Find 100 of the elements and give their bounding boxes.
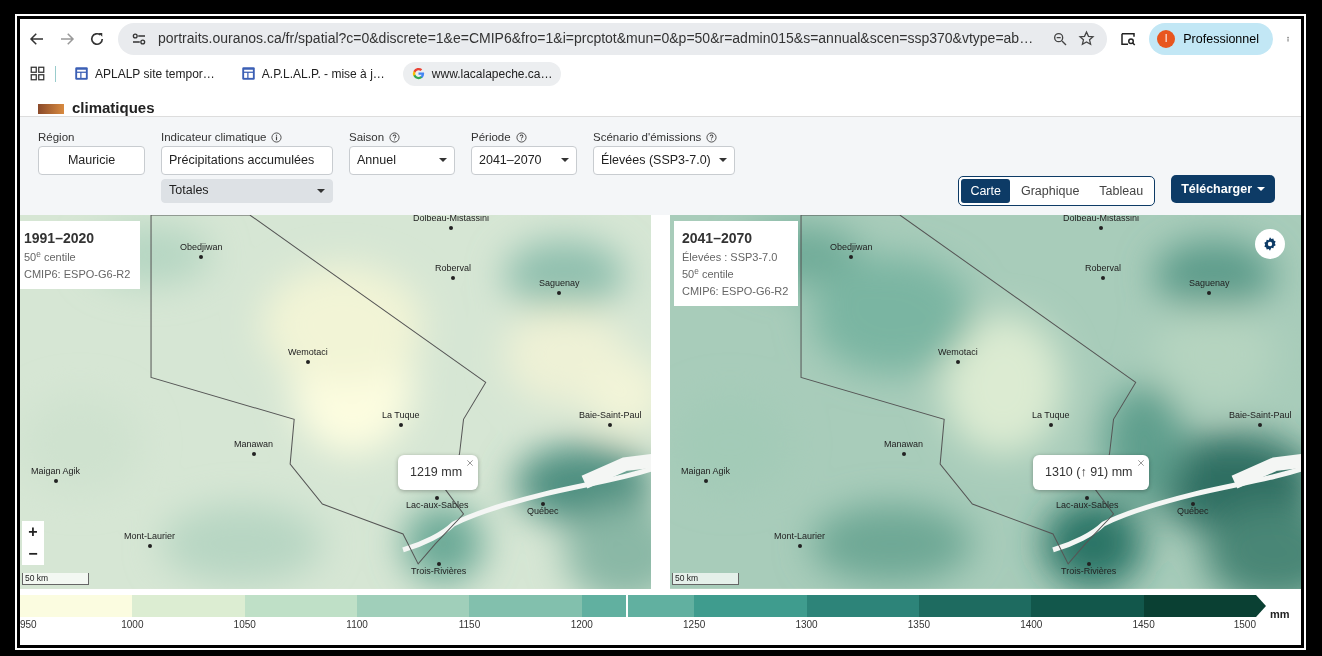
- legend-tick-label: 1350: [907, 618, 931, 633]
- map-drawing[interactable]: [670, 215, 1301, 590]
- scale-bar: 50 km: [22, 573, 90, 586]
- city-dot-icon: [901, 452, 906, 457]
- popup-value: 1219 mm: [410, 465, 463, 480]
- city-label: Obedjiwan: [830, 242, 873, 253]
- city-label: Mont-Laurier: [124, 531, 176, 542]
- city-label: Dolbeau-Mistassini: [413, 215, 490, 224]
- city-dot-icon: [199, 255, 204, 260]
- city-label: Lac-aux-Sables: [1056, 500, 1119, 511]
- city-dot-icon: [849, 255, 854, 260]
- city-dot-icon: [53, 479, 58, 484]
- indicator-field[interactable]: Précipitations accumulées: [161, 145, 333, 175]
- city-label: Wemotaci: [288, 347, 328, 358]
- map-period-title: 1991–2020: [24, 229, 96, 249]
- caret-icon: [719, 158, 727, 163]
- map-drawing[interactable]: [20, 215, 651, 590]
- field-label: Indicateur climatique: [161, 129, 267, 145]
- city-dot-icon: [1099, 226, 1103, 231]
- legend-arrow-icon: [1256, 595, 1266, 618]
- region-button[interactable]: Mauricie: [38, 145, 145, 175]
- city-label: La Tuque: [382, 410, 420, 421]
- close-icon[interactable]: [466, 459, 475, 468]
- dropdown-select[interactable]: Élevées (SSP3-7.0): [593, 145, 735, 175]
- city-dot-icon: [703, 479, 708, 484]
- legend-unit: mm: [1270, 607, 1290, 623]
- legend-tick-label: 1050: [233, 618, 256, 633]
- info-icon[interactable]: [271, 131, 283, 143]
- city-dot-icon: [1101, 276, 1105, 281]
- site-title: climatiques: [72, 99, 155, 116]
- bookmark-link[interactable]: A.P.L.AL.P. - mise à j…: [232, 61, 393, 86]
- legend-tick-label: 1100: [346, 618, 368, 633]
- city-dot-icon: [451, 276, 455, 281]
- caret-icon: [439, 158, 447, 163]
- city-label: Lac-aux-Sables: [406, 500, 469, 511]
- bookmark-link[interactable]: APLALP site tempor…: [66, 61, 223, 86]
- help-icon[interactable]: [706, 131, 718, 143]
- caret-icon: [1257, 187, 1265, 192]
- city-dot-icon: [540, 502, 545, 507]
- map-info-line: 50$^{e}$ centile: [24, 249, 77, 266]
- city-dot-icon: [608, 423, 613, 428]
- zoom-out-icon[interactable]: [1052, 30, 1069, 47]
- city-label: Dolbeau-Mistassini: [1063, 215, 1140, 224]
- dropdown-select[interactable]: Totales: [161, 178, 333, 203]
- help-icon[interactable]: [515, 131, 527, 143]
- profile-button[interactable]: I Professionnel: [1149, 22, 1273, 55]
- city-label: Roberval: [1085, 263, 1122, 274]
- city-label: La Tuque: [1032, 410, 1070, 421]
- popup-value: 1310 (↑ 91) mm: [1045, 465, 1133, 480]
- map-info-line: CMIP6: ESPO-G6-R2: [682, 284, 789, 300]
- city-label: Obedjiwan: [180, 242, 223, 253]
- legend-tick-label: 1200: [570, 618, 593, 633]
- city-label: Saguenay: [539, 278, 580, 289]
- city-dot-icon: [436, 562, 441, 567]
- city-dot-icon: [955, 360, 960, 365]
- city-label: Saguenay: [1189, 278, 1230, 289]
- map-info-line: Élevées : SSP3-7.0: [682, 250, 779, 266]
- caret-icon: [561, 158, 569, 163]
- city-label: Québec: [527, 506, 559, 517]
- view-tab[interactable]: Graphique: [1011, 178, 1089, 204]
- map-period-title: 2041–2070: [682, 229, 754, 249]
- legend-tick-label: 1150: [458, 618, 481, 633]
- legend-tick-label: 1400: [1020, 618, 1043, 633]
- city-dot-icon: [557, 291, 562, 296]
- download-button[interactable]: Télécharger: [1171, 174, 1275, 204]
- city-label: Québec: [1177, 506, 1209, 517]
- city-label: Manawan: [234, 439, 274, 450]
- city-dot-icon: [1048, 423, 1053, 428]
- legend-tick-label: 1250: [683, 618, 706, 633]
- city-label: Manawan: [884, 439, 924, 450]
- dropdown-select[interactable]: Annuel: [349, 145, 455, 175]
- city-label: Maigan Agik: [31, 466, 81, 477]
- dropdown-select[interactable]: 2041–2070: [471, 145, 577, 175]
- google-logo-icon: [410, 66, 426, 82]
- bookmark-link[interactable]: www.lacalapeche.ca…: [402, 61, 561, 86]
- star-icon[interactable]: [1078, 30, 1096, 48]
- map-info-line: 50$^{e}$ centile: [682, 266, 735, 283]
- help-icon[interactable]: [389, 131, 401, 143]
- city-dot-icon: [305, 360, 310, 365]
- city-dot-icon: [449, 226, 453, 231]
- city-dot-icon: [435, 496, 440, 501]
- site-logo: [38, 103, 64, 114]
- legend-tick-label: 1450: [1132, 618, 1155, 633]
- field-label: Scénario d'émissions: [593, 129, 702, 145]
- close-icon[interactable]: [1136, 459, 1145, 468]
- field-label: Saison: [349, 129, 385, 145]
- settings-icon: [1262, 236, 1278, 253]
- city-dot-icon: [147, 544, 152, 549]
- view-tab[interactable]: Tableau: [1090, 178, 1153, 204]
- apps-grid-icon[interactable]: [30, 66, 45, 82]
- city-label: Wemotaci: [938, 347, 978, 358]
- city-label: Maigan Agik: [681, 466, 731, 477]
- field-label: Région: [38, 129, 75, 145]
- legend-tick-label: 1300: [795, 618, 818, 633]
- legend-tick-label: 950: [20, 618, 37, 633]
- legend-tick-label: 1000: [121, 618, 144, 633]
- city-dot-icon: [1085, 496, 1090, 501]
- view-tab[interactable]: Carte: [961, 178, 1010, 204]
- city-dot-icon: [797, 544, 802, 549]
- page-layout-icon: [240, 66, 256, 82]
